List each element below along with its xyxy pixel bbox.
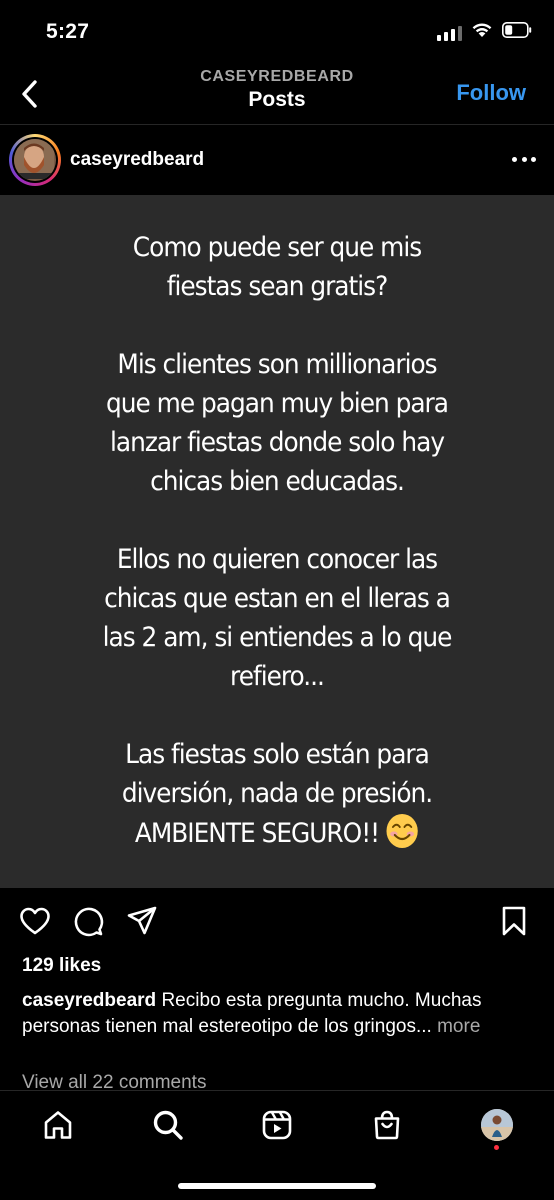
bookmark-icon [502,906,526,936]
notification-dot [494,1145,499,1150]
tab-search[interactable] [148,1105,188,1145]
image-paragraph-2: Mis clientes son millionarios que me pag… [22,345,532,501]
tab-home[interactable] [38,1105,78,1145]
image-line: refiero... [230,661,325,692]
image-line: Como puede ser que mis [132,232,422,263]
more-options-icon[interactable] [512,149,536,169]
status-bar: 5:27 [0,0,554,64]
home-icon [44,1111,72,1139]
smiling-face-icon [386,814,419,848]
search-icon [153,1110,183,1140]
comment-button[interactable] [71,904,105,938]
image-line: diversión, nada de presión. [121,778,433,809]
reels-icon [262,1110,292,1140]
caption-username[interactable]: caseyredbeard [22,990,156,1011]
view-comments-link[interactable]: View all 22 comments [22,1070,206,1090]
image-line: Ellos no quieren conocer las [116,544,438,575]
caption-more-link[interactable]: more [437,1016,480,1037]
post-author-row: caseyredbeard [0,125,554,195]
status-icons [437,22,532,43]
image-paragraph-1: Como puede ser que mis fiestas sean grat… [22,228,532,306]
image-line: Las fiestas solo están para [125,739,430,770]
image-line: chicas que estan en el lleras a [104,583,451,614]
image-line: que me pagan muy bien para [106,388,449,419]
comment-icon [74,907,104,937]
send-icon [127,906,157,935]
home-indicator[interactable] [178,1183,376,1189]
tab-shop[interactable] [367,1105,407,1145]
avatar[interactable] [9,134,61,186]
battery-icon [502,22,532,43]
follow-button[interactable]: Follow [456,80,526,106]
post-actions [0,898,554,946]
image-paragraph-3: Ellos no quieren conocer las chicas que … [22,540,532,696]
wifi-icon [471,22,493,43]
status-time: 5:27 [46,20,90,43]
post-header-bar: CASEYREDBEARD Posts Follow [0,64,554,124]
image-line: fiestas sean gratis? [166,271,388,302]
image-line: AMBIENTE SEGURO!! [134,818,380,849]
image-line: las 2 am, si entiendes a lo que [102,622,453,653]
share-button[interactable] [125,904,159,938]
shop-icon [374,1110,400,1140]
heart-icon [20,907,50,935]
post-image[interactable]: Como puede ser que mis fiestas sean grat… [0,195,554,888]
caption: caseyredbeard Recibo esta pregunta mucho… [22,988,542,1040]
image-line: chicas bien educadas. [150,466,405,497]
tab-reels[interactable] [257,1105,297,1145]
post-username[interactable]: caseyredbeard [70,149,204,171]
save-button[interactable] [497,904,531,938]
image-paragraph-4: Las fiestas solo están para diversión, n… [22,735,532,853]
likes-count[interactable]: 129 likes [22,955,101,977]
profile-avatar [481,1109,513,1141]
like-button[interactable] [18,904,52,938]
post-image-text: Como puede ser que mis fiestas sean grat… [22,228,532,892]
image-line: Mis clientes son millionarios [117,349,437,380]
image-line: lanzar fiestas donde solo hay [109,427,445,458]
signal-icon [437,25,462,41]
tab-profile[interactable] [477,1105,517,1145]
